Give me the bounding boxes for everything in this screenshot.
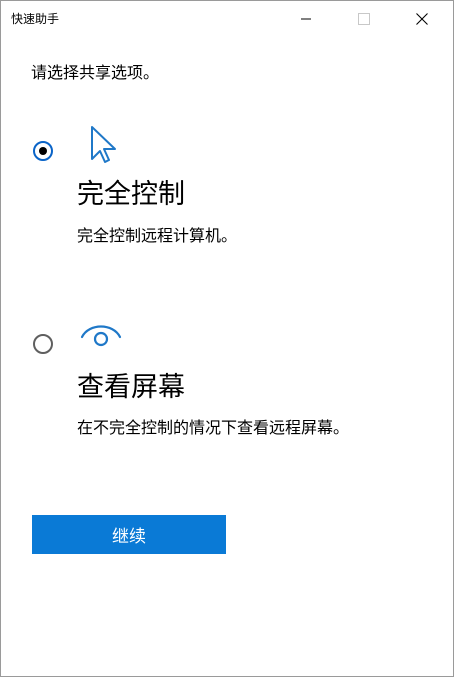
radio-full-control[interactable]	[33, 141, 53, 161]
radio-selected-dot	[39, 147, 47, 155]
eye-icon	[80, 325, 122, 347]
close-icon	[416, 13, 428, 25]
maximize-icon	[358, 13, 370, 25]
window-title: 快速助手	[11, 12, 60, 26]
option-title: 查看屏幕	[77, 372, 185, 403]
option-description: 在不完全控制的情况下查看远程屏幕。	[77, 418, 350, 437]
close-button[interactable]	[399, 1, 445, 37]
radio-view-screen[interactable]	[33, 334, 53, 354]
quick-assist-window: 快速助手 请选择共享选项。 完全控制 完全控制远程计算机。 查看屏幕 在不完全控…	[0, 0, 454, 677]
title-bar[interactable]: 快速助手	[1, 1, 453, 37]
option-title: 完全控制	[77, 179, 185, 210]
cursor-pointer-icon	[91, 126, 116, 163]
minimize-button[interactable]	[283, 1, 329, 37]
maximize-button	[341, 1, 387, 37]
option-description: 完全控制远程计算机。	[77, 226, 238, 245]
share-option-prompt: 请选择共享选项。	[31, 63, 160, 82]
minimize-icon	[301, 18, 311, 20]
continue-button[interactable]: 继续	[32, 515, 226, 554]
